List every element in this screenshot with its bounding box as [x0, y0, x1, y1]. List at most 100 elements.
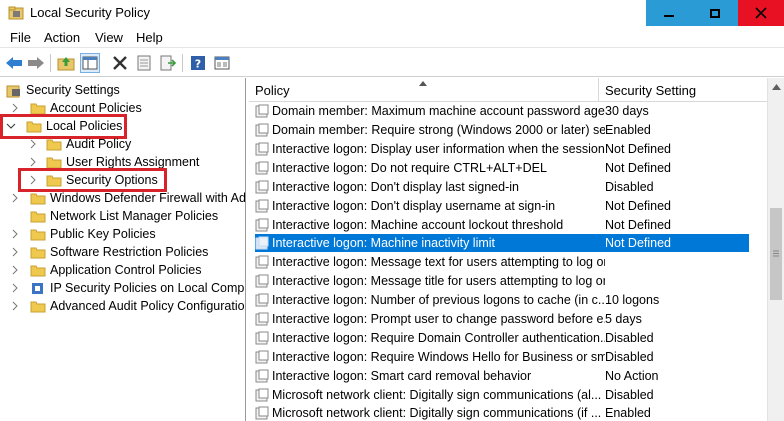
sort-ascending-icon: [419, 81, 427, 86]
back-button[interactable]: [4, 53, 24, 73]
policy-name: Interactive logon: Number of previous lo…: [272, 293, 605, 307]
console-view-button[interactable]: [212, 53, 232, 73]
folder-icon: [30, 265, 46, 276]
show-hide-tree-button[interactable]: [80, 53, 100, 73]
tree-item-windows-defender-firewall[interactable]: Windows Defender Firewall with Adva: [10, 189, 246, 207]
list-row[interactable]: Interactive logon: Require Windows Hello…: [255, 348, 749, 366]
tree-item-ip-security-policies[interactable]: IP Security Policies on Local Compute: [10, 279, 245, 297]
close-button[interactable]: [738, 0, 784, 26]
tree-item-public-key-policies[interactable]: Public Key Policies: [10, 225, 156, 243]
menu-action[interactable]: Action: [44, 30, 80, 45]
chevron-right-icon: [12, 301, 18, 311]
up-one-level-button[interactable]: [56, 53, 76, 73]
export-list-button[interactable]: [158, 53, 178, 73]
list-row[interactable]: Interactive logon: Smart card removal be…: [255, 367, 749, 385]
policy-name: Microsoft network client: Digitally sign…: [272, 388, 602, 402]
folder-icon: [30, 193, 46, 204]
properties-icon: [137, 55, 151, 71]
window-title: Local Security Policy: [30, 5, 150, 20]
forward-arrow-icon: [28, 57, 44, 69]
list-row[interactable]: Microsoft network client: Digitally sign…: [255, 404, 749, 421]
policy-setting: Disabled: [605, 331, 654, 345]
policy-name: Domain member: Require strong (Windows 2…: [272, 123, 605, 137]
tree-item-audit-policy[interactable]: Audit Policy: [28, 135, 131, 153]
policy-icon: [255, 123, 269, 137]
menu-file[interactable]: File: [10, 30, 31, 45]
minimize-button[interactable]: [646, 0, 692, 26]
list-row[interactable]: Interactive logon: Message title for use…: [255, 272, 749, 290]
policy-icon: [255, 293, 269, 307]
tree-item-application-control-policies[interactable]: Application Control Policies: [10, 261, 201, 279]
column-header-security-setting[interactable]: Security Setting: [605, 83, 696, 98]
policy-name: Interactive logon: Machine inactivity li…: [272, 236, 496, 250]
tree-root-security-settings[interactable]: Security Settings: [6, 81, 120, 99]
toolbar-separator: [50, 54, 51, 72]
column-header-policy[interactable]: Policy: [255, 83, 290, 98]
list-row[interactable]: Microsoft network client: Digitally sign…: [255, 386, 749, 404]
menu-help[interactable]: Help: [136, 30, 163, 45]
policy-setting: Not Defined: [605, 161, 672, 175]
tree-label: Windows Defender Firewall with Adva: [50, 191, 246, 205]
scrollbar-thumb[interactable]: [770, 208, 782, 300]
list-row[interactable]: Interactive logon: Number of previous lo…: [255, 291, 749, 309]
scroll-up-arrow-icon[interactable]: [772, 84, 781, 90]
column-divider[interactable]: [598, 78, 599, 102]
help-button[interactable]: ?: [188, 53, 208, 73]
tree-label: User Rights Assignment: [66, 155, 200, 169]
list-row[interactable]: Interactive logon: Do not require CTRL+A…: [255, 159, 749, 177]
policy-name: Interactive logon: Machine account locko…: [272, 218, 564, 232]
list-row[interactable]: Interactive logon: Don't display last si…: [255, 178, 749, 196]
vertical-scrollbar[interactable]: [767, 78, 784, 421]
policy-name: Interactive logon: Require Domain Contro…: [272, 331, 605, 345]
folder-icon: [30, 247, 46, 258]
list-row[interactable]: Interactive logon: Machine account locko…: [255, 216, 749, 234]
policy-setting: 10 logons: [605, 293, 660, 307]
tree-item-software-restriction-policies[interactable]: Software Restriction Policies: [10, 243, 208, 261]
maximize-button[interactable]: [692, 0, 738, 26]
policy-icon: [255, 312, 269, 326]
policy-name: Interactive logon: Don't display usernam…: [272, 199, 556, 213]
policy-name: Interactive logon: Display user informat…: [272, 142, 605, 156]
tree-label: Advanced Audit Policy Configuration: [50, 299, 246, 313]
folder-icon: [30, 301, 46, 312]
policy-name: Interactive logon: Don't display last si…: [272, 180, 519, 194]
tree-pane[interactable]: Security Settings Account Policies Local…: [0, 78, 246, 421]
forward-button[interactable]: [26, 53, 46, 73]
policy-icon: [255, 199, 269, 213]
up-folder-icon: [57, 57, 75, 71]
policy-setting: Disabled: [605, 180, 654, 194]
chevron-right-icon: [12, 193, 18, 203]
toolbar-separator: [182, 54, 183, 72]
list-row[interactable]: Domain member: Maximum machine account p…: [255, 102, 749, 120]
policy-setting: Not Defined: [605, 236, 672, 250]
policy-icon: [255, 331, 269, 345]
list-row[interactable]: Interactive logon: Prompt user to change…: [255, 310, 749, 328]
svg-text:?: ?: [195, 58, 201, 71]
policy-setting: 30 days: [605, 104, 649, 118]
policy-setting: Not Defined: [605, 199, 672, 213]
policy-icon: [255, 142, 269, 156]
list-row[interactable]: Interactive logon: Require Domain Contro…: [255, 329, 749, 347]
list-row[interactable]: Interactive logon: Display user informat…: [255, 140, 749, 158]
list-row[interactable]: Domain member: Require strong (Windows 2…: [255, 121, 749, 139]
tree-item-advanced-audit-policy[interactable]: Advanced Audit Policy Configuration: [10, 297, 246, 315]
show-hide-tree-icon: [82, 56, 98, 70]
policy-setting: Disabled: [605, 388, 654, 402]
folder-icon: [46, 157, 62, 168]
menu-view[interactable]: View: [95, 30, 123, 45]
list-row[interactable]: Interactive logon: Message text for user…: [255, 253, 749, 271]
minimize-icon: [664, 15, 674, 17]
list-row-selected[interactable]: Interactive logon: Machine inactivity li…: [255, 234, 749, 252]
menu-bar: File Action View Help: [0, 27, 784, 48]
delete-button[interactable]: [110, 53, 130, 73]
policy-icon: [255, 350, 269, 364]
tree-item-network-list-manager[interactable]: Network List Manager Policies: [30, 207, 218, 225]
grip-icon: [773, 250, 779, 257]
chevron-right-icon: [12, 229, 18, 239]
policy-list-pane[interactable]: Policy Security Setting Domain member: M…: [249, 78, 784, 421]
chevron-right-icon: [30, 157, 36, 167]
policy-icon: [255, 388, 269, 402]
policy-setting: No Action: [605, 369, 659, 383]
properties-button[interactable]: [134, 53, 154, 73]
list-row[interactable]: Interactive logon: Don't display usernam…: [255, 197, 749, 215]
